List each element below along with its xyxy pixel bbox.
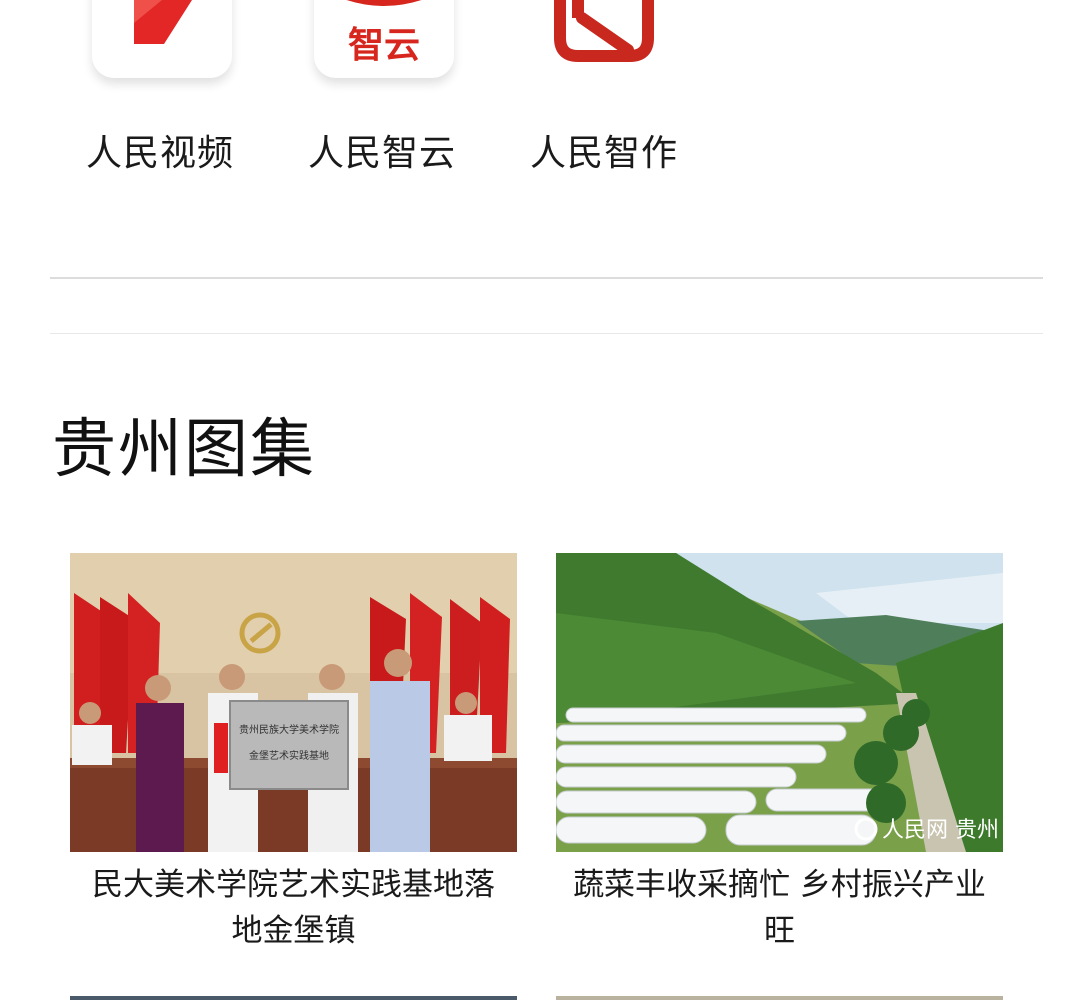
renmin-zhiyun-app-icon: 智云 xyxy=(314,0,454,78)
app-shortcuts: 人民视频 智云 人民智云 人民智作 xyxy=(0,0,1080,200)
gallery-image-ceremony[interactable]: 贵州民族大学美术学院 金堡艺术实践基地 xyxy=(70,553,517,852)
renmin-video-app-icon xyxy=(92,0,232,78)
renmin-zhizuo-app-icon xyxy=(510,0,698,104)
app-icon-text: 智云 xyxy=(347,25,420,66)
gallery-card[interactable]: 贵州民族大学美术学院 金堡艺术实践基地 民大美术学院艺术实践基地落地金堡镇 xyxy=(70,553,517,954)
plaque-text: 金堡艺术实践基地 xyxy=(249,749,329,762)
image-watermark: 人民网 贵州 xyxy=(882,818,999,843)
gallery-image-next[interactable] xyxy=(70,996,517,1000)
plaque-text: 贵州民族大学美术学院 xyxy=(239,723,339,736)
gallery-image-next[interactable] xyxy=(556,996,1003,1000)
app-label: 人民视频 xyxy=(85,133,234,174)
app-label: 人民智云 xyxy=(307,133,456,174)
gallery-card[interactable]: 人民网 贵州 蔬菜丰收采摘忙 乡村振兴产业旺 xyxy=(556,553,1003,954)
divider xyxy=(50,277,1043,279)
section-title: 贵州图集 xyxy=(52,413,316,487)
gallery-image-greenhouses[interactable]: 人民网 贵州 xyxy=(556,553,1003,852)
app-label: 人民智作 xyxy=(529,133,678,174)
divider xyxy=(50,333,1043,334)
gallery-card-title[interactable]: 蔬菜丰收采摘忙 乡村振兴产业旺 xyxy=(556,862,1003,954)
gallery-card-title[interactable]: 民大美术学院艺术实践基地落地金堡镇 xyxy=(70,862,517,954)
